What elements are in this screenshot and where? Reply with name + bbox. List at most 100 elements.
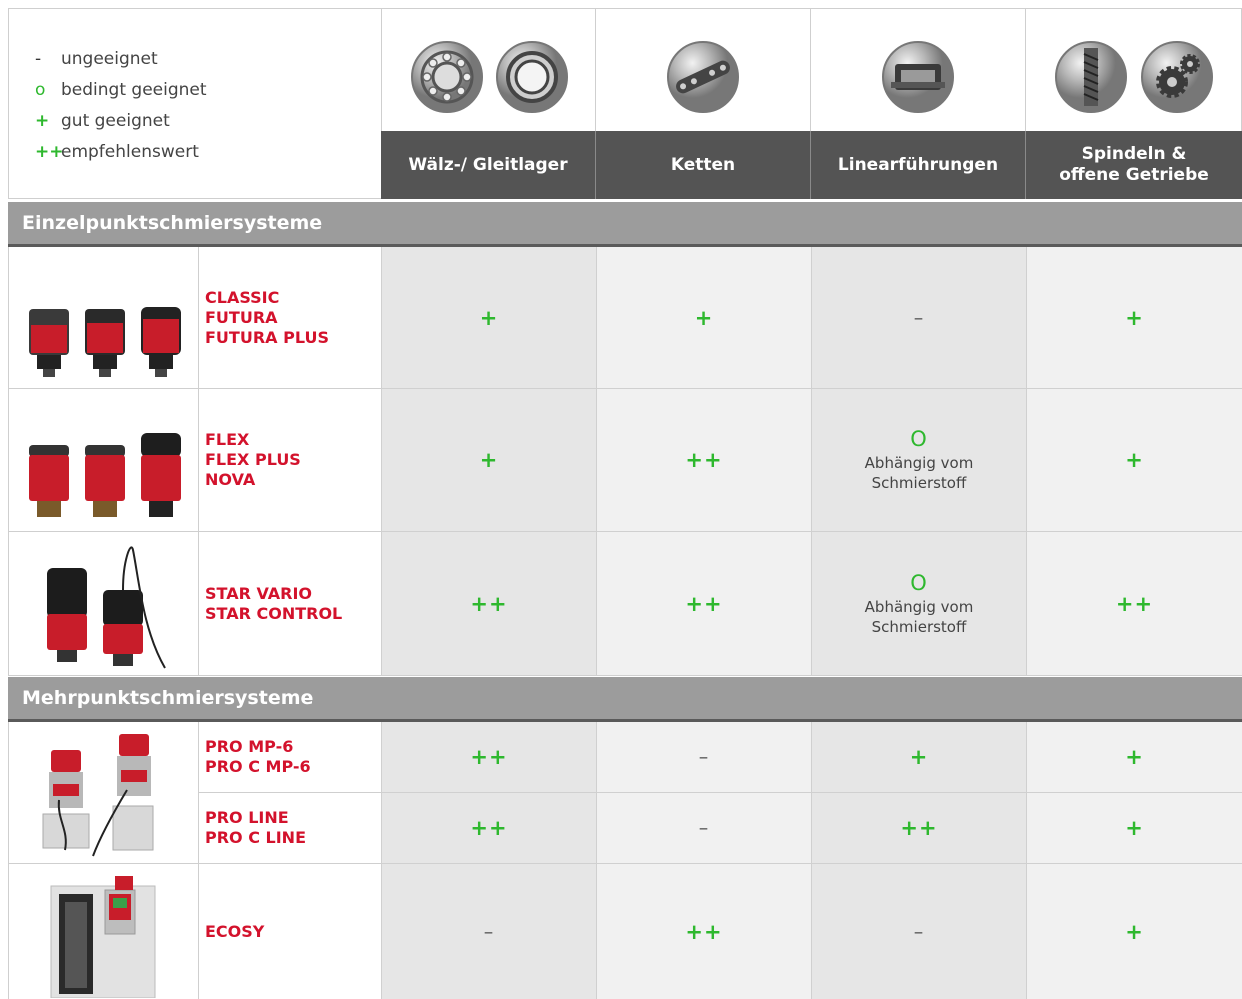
product-names-row-1: CLASSIC FUTURA FUTURA PLUS <box>198 247 381 389</box>
product-name: CLASSIC <box>205 287 280 307</box>
rating-symbol: + <box>1125 816 1144 840</box>
rating-cell: ++ <box>596 864 811 999</box>
legend-symbol: ++ <box>35 142 64 162</box>
product-image-star <box>8 532 198 676</box>
product-image-ecosy <box>8 864 198 999</box>
product-name: PRO C MP-6 <box>205 757 311 776</box>
product-name: ECOSY <box>205 921 265 941</box>
icon-cell-lager <box>381 8 596 132</box>
rating-cell: O Abhängig vom Schmierstoff <box>811 532 1026 676</box>
lubricator-cartridges-image <box>29 433 181 517</box>
product-name: FLEX <box>205 430 250 449</box>
rating-symbol: O <box>910 570 928 595</box>
product-name: FUTURA <box>205 307 278 327</box>
product-name: PRO LINE <box>205 808 289 827</box>
legend-item-bedingt: o bedingt geeignet <box>35 80 207 100</box>
legend-item-ungeeignet: - ungeeignet <box>35 49 158 69</box>
rating-cell: ++ <box>381 793 596 864</box>
rating-cell: – <box>596 793 811 864</box>
chain-icon <box>667 41 739 113</box>
product-name: NOVA <box>205 470 256 489</box>
rating-cell: + <box>1026 389 1242 532</box>
rating-symbol: – <box>913 920 925 943</box>
rating-symbol: + <box>1125 448 1144 472</box>
rating-symbol: – <box>698 746 710 768</box>
rating-cell: ++ <box>381 722 596 793</box>
product-name: FUTURA PLUS <box>205 327 329 347</box>
rating-cell: – <box>596 722 811 793</box>
lubricator-cartridges-image <box>29 307 181 377</box>
product-names-row-5: PRO LINE PRO C LINE <box>198 793 381 864</box>
lubricator-cartridges-image <box>47 546 166 669</box>
category-header-ketten: Ketten <box>596 131 811 199</box>
ecosy-unit-image <box>50 876 156 998</box>
section-header-mehrpunkt: Mehrpunktschmiersysteme <box>8 677 1242 722</box>
product-name: PRO MP-6 <box>205 737 294 756</box>
product-names-row-4: PRO MP-6 PRO C MP-6 <box>198 722 381 793</box>
linear-guide-icon <box>882 41 954 113</box>
rating-symbol: + <box>1125 305 1144 330</box>
product-name: FLEX PLUS <box>205 450 301 469</box>
product-name: STAR CONTROL <box>205 603 343 623</box>
spindle-icon <box>1055 41 1127 113</box>
rating-note: Abhängig vom Schmierstoff <box>864 597 974 636</box>
category-header-spindeln: Spindeln & offene Getriebe <box>1026 131 1242 199</box>
rating-symbol: + <box>1125 745 1144 769</box>
product-name: STAR VARIO <box>205 583 313 603</box>
legend-label: gut geeignet <box>61 111 170 131</box>
rating-cell: ++ <box>596 389 811 532</box>
rating-symbol: – <box>698 817 710 839</box>
product-names-row-3: STAR VARIO STAR CONTROL <box>198 532 381 676</box>
ball-bearing-icon <box>411 41 483 113</box>
rating-cell: + <box>1026 864 1242 999</box>
icon-cell-spindeln <box>1026 8 1242 132</box>
category-header-linear: Linearführungen <box>811 131 1026 199</box>
product-names-row-6: ECOSY <box>198 864 381 999</box>
legend-label: bedingt geeignet <box>61 80 207 100</box>
gears-icon <box>1141 41 1213 113</box>
rating-cell: – <box>381 864 596 999</box>
product-image-pro <box>8 722 198 864</box>
rating-symbol: + <box>479 448 499 472</box>
rating-symbol: ++ <box>470 745 508 769</box>
plain-bearing-icon <box>496 41 568 113</box>
rating-cell: + <box>1026 722 1242 793</box>
legend-item-empfehlenswert: ++ empfehlenswert <box>35 142 199 162</box>
legend-symbol: o <box>35 80 46 100</box>
rating-symbol: + <box>909 745 929 769</box>
rating-symbol: ++ <box>685 591 723 616</box>
rating-symbol: ++ <box>685 448 723 472</box>
rating-cell: – <box>811 864 1026 999</box>
rating-note: Abhängig vom Schmierstoff <box>864 454 974 492</box>
rating-symbol: ++ <box>470 591 508 616</box>
rating-symbol: – <box>913 306 925 329</box>
rating-symbol: ++ <box>470 816 508 840</box>
rating-symbol: + <box>694 305 714 330</box>
legend-item-gut: + gut geeignet <box>35 111 170 131</box>
multipoint-lubricator-image <box>42 734 154 857</box>
rating-cell: + <box>596 247 811 389</box>
rating-cell: + <box>381 389 596 532</box>
legend-symbol: + <box>35 111 50 131</box>
legend-symbol: - <box>35 49 42 69</box>
rating-cell: ++ <box>596 532 811 676</box>
legend-label: empfehlenswert <box>61 142 199 162</box>
rating-cell: O Abhängig vom Schmierstoff <box>811 389 1026 532</box>
rating-cell: + <box>381 247 596 389</box>
legend: - ungeeignet o bedingt geeignet + gut ge… <box>8 8 381 199</box>
rating-symbol: O <box>910 427 928 451</box>
rating-symbol: ++ <box>900 816 938 840</box>
rating-symbol: ++ <box>685 919 723 944</box>
rating-cell: + <box>1026 247 1242 389</box>
rating-symbol: + <box>479 305 499 330</box>
icon-cell-linear <box>811 8 1026 132</box>
rating-cell: – <box>811 247 1026 389</box>
rating-symbol: – <box>483 920 495 943</box>
rating-symbol: ++ <box>1115 591 1154 616</box>
rating-symbol: + <box>1125 919 1144 944</box>
product-image-classic <box>8 247 198 389</box>
product-names-row-2: FLEX FLEX PLUS NOVA <box>198 389 381 532</box>
section-header-einzelpunkt: Einzelpunktschmiersysteme <box>8 202 1242 247</box>
rating-cell: ++ <box>1026 532 1242 676</box>
rating-cell: ++ <box>811 793 1026 864</box>
